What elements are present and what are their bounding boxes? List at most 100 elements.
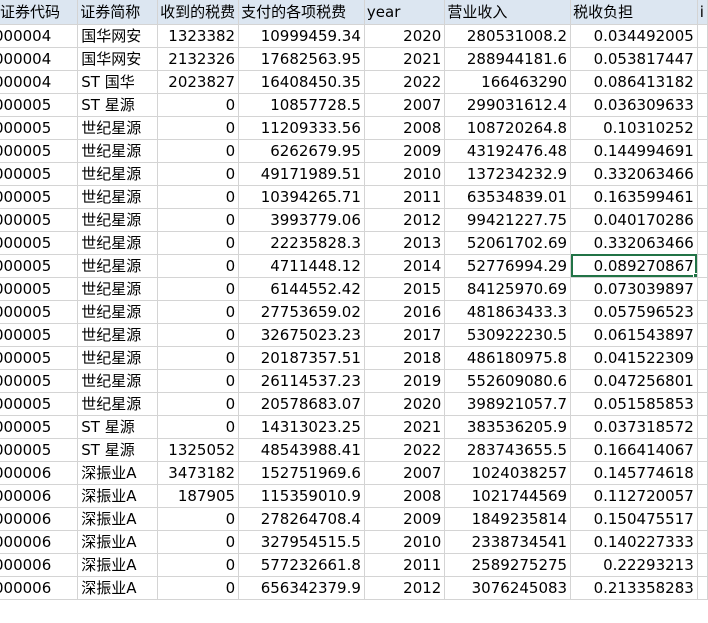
cell-stock-code[interactable]: 000004 <box>0 24 79 48</box>
cell-year[interactable]: 2014 <box>364 254 446 278</box>
cell-tax-burden[interactable]: 0.034492005 <box>570 24 698 48</box>
cell-stock-name[interactable]: 世纪星源 <box>77 139 159 163</box>
cell-tax-burden[interactable]: 0.040170286 <box>570 208 698 232</box>
cell-tax-received[interactable]: 1323382 <box>157 24 240 48</box>
cell-partial[interactable] <box>697 185 708 209</box>
cell-stock-code[interactable]: 000005 <box>0 208 79 232</box>
cell-year[interactable]: 2019 <box>364 369 446 393</box>
cell-tax-burden[interactable]: 0.057596523 <box>570 300 698 324</box>
cell-partial[interactable] <box>697 277 708 301</box>
column-header-tax-burden[interactable]: 税收负担 <box>570 0 698 25</box>
cell-revenue[interactable]: 283743655.5 <box>444 438 572 462</box>
cell-stock-name[interactable]: 世纪星源 <box>77 185 159 209</box>
cell-tax-burden[interactable]: 0.144994691 <box>570 139 698 163</box>
cell-year[interactable]: 2012 <box>364 576 446 600</box>
cell-tax-received[interactable]: 0 <box>157 576 240 600</box>
column-header-tax-received[interactable]: 收到的税费 <box>157 0 240 25</box>
cell-revenue[interactable]: 299031612.4 <box>444 93 572 117</box>
cell-tax-paid[interactable]: 6262679.95 <box>238 139 365 163</box>
cell-tax-burden[interactable]: 0.051585853 <box>570 392 698 416</box>
cell-year[interactable]: 2007 <box>364 461 446 485</box>
cell-tax-received[interactable]: 2132326 <box>157 47 240 71</box>
cell-stock-code[interactable]: 000006 <box>0 507 79 531</box>
cell-tax-burden[interactable]: 0.145774618 <box>570 461 698 485</box>
cell-stock-code[interactable]: 000005 <box>0 323 79 347</box>
cell-stock-code[interactable]: 000006 <box>0 461 79 485</box>
cell-year[interactable]: 2020 <box>364 392 446 416</box>
cell-stock-code[interactable]: 000005 <box>0 300 79 324</box>
cell-stock-code[interactable]: 000005 <box>0 231 79 255</box>
cell-tax-received[interactable]: 187905 <box>157 484 240 508</box>
cell-tax-burden[interactable]: 0.036309633 <box>570 93 698 117</box>
cell-partial[interactable] <box>697 530 708 554</box>
cell-revenue[interactable]: 280531008.2 <box>444 24 572 48</box>
cell-tax-burden[interactable]: 0.053817447 <box>570 47 698 71</box>
cell-stock-name[interactable]: 深振业A <box>77 553 159 577</box>
cell-partial[interactable] <box>697 576 708 600</box>
cell-tax-received[interactable]: 0 <box>157 507 240 531</box>
cell-tax-paid[interactable]: 10999459.34 <box>238 24 365 48</box>
column-header-revenue[interactable]: 营业收入 <box>444 0 572 25</box>
cell-year[interactable]: 2018 <box>364 346 446 370</box>
cell-year[interactable]: 2010 <box>364 162 446 186</box>
cell-partial[interactable] <box>697 254 708 278</box>
cell-partial[interactable] <box>697 415 708 439</box>
cell-stock-name[interactable]: 国华网安 <box>77 47 159 71</box>
cell-year[interactable]: 2007 <box>364 93 446 117</box>
cell-revenue[interactable]: 137234232.9 <box>444 162 572 186</box>
cell-partial[interactable] <box>697 507 708 531</box>
cell-partial[interactable] <box>697 346 708 370</box>
cell-tax-burden[interactable]: 0.041522309 <box>570 346 698 370</box>
cell-tax-paid[interactable]: 4711448.12 <box>238 254 365 278</box>
cell-stock-name[interactable]: 深振业A <box>77 507 159 531</box>
cell-tax-burden[interactable]: 0.213358283 <box>570 576 698 600</box>
cell-partial[interactable] <box>697 93 708 117</box>
cell-revenue[interactable]: 2338734541 <box>444 530 572 554</box>
cell-tax-received[interactable]: 0 <box>157 392 240 416</box>
cell-tax-paid[interactable]: 20187357.51 <box>238 346 365 370</box>
cell-stock-name[interactable]: 世纪星源 <box>77 162 159 186</box>
cell-stock-name[interactable]: 世纪星源 <box>77 208 159 232</box>
cell-tax-received[interactable]: 0 <box>157 139 240 163</box>
cell-tax-paid[interactable]: 10394265.71 <box>238 185 365 209</box>
cell-stock-code[interactable]: 000006 <box>0 530 79 554</box>
cell-revenue[interactable]: 84125970.69 <box>444 277 572 301</box>
cell-stock-code[interactable]: 000005 <box>0 254 79 278</box>
cell-stock-code[interactable]: 000005 <box>0 415 79 439</box>
cell-revenue[interactable]: 481863433.3 <box>444 300 572 324</box>
cell-stock-code[interactable]: 000005 <box>0 185 79 209</box>
cell-tax-received[interactable]: 0 <box>157 530 240 554</box>
cell-partial[interactable] <box>697 139 708 163</box>
cell-tax-burden[interactable]: 0.22293213 <box>570 553 698 577</box>
cell-year[interactable]: 2022 <box>364 70 446 94</box>
cell-stock-name[interactable]: ST 国华 <box>77 70 159 94</box>
cell-tax-burden[interactable]: 0.332063466 <box>570 162 698 186</box>
cell-partial[interactable] <box>697 369 708 393</box>
cell-stock-code[interactable]: 000004 <box>0 70 79 94</box>
cell-tax-burden[interactable]: 0.061543897 <box>570 323 698 347</box>
cell-revenue[interactable]: 2589275275 <box>444 553 572 577</box>
cell-partial[interactable] <box>697 392 708 416</box>
cell-stock-name[interactable]: 世纪星源 <box>77 277 159 301</box>
cell-year[interactable]: 2011 <box>364 185 446 209</box>
cell-tax-burden[interactable]: 0.140227333 <box>570 530 698 554</box>
cell-partial[interactable] <box>697 484 708 508</box>
cell-partial[interactable] <box>697 24 708 48</box>
cell-revenue[interactable]: 99421227.75 <box>444 208 572 232</box>
cell-tax-received[interactable]: 0 <box>157 231 240 255</box>
cell-tax-burden[interactable]: 0.332063466 <box>570 231 698 255</box>
cell-tax-paid[interactable]: 278264708.4 <box>238 507 365 531</box>
cell-tax-paid[interactable]: 26114537.23 <box>238 369 365 393</box>
cell-partial[interactable] <box>697 438 708 462</box>
cell-tax-burden[interactable]: 0.150475517 <box>570 507 698 531</box>
cell-revenue[interactable]: 398921057.7 <box>444 392 572 416</box>
cell-stock-code[interactable]: 000006 <box>0 553 79 577</box>
cell-stock-code[interactable]: 000005 <box>0 346 79 370</box>
cell-stock-code[interactable]: 000005 <box>0 116 79 140</box>
cell-tax-paid[interactable]: 49171989.51 <box>238 162 365 186</box>
cell-tax-received[interactable]: 0 <box>157 553 240 577</box>
cell-tax-received[interactable]: 0 <box>157 415 240 439</box>
cell-partial[interactable] <box>697 47 708 71</box>
cell-revenue[interactable]: 3076245083 <box>444 576 572 600</box>
cell-tax-paid[interactable]: 115359010.9 <box>238 484 365 508</box>
